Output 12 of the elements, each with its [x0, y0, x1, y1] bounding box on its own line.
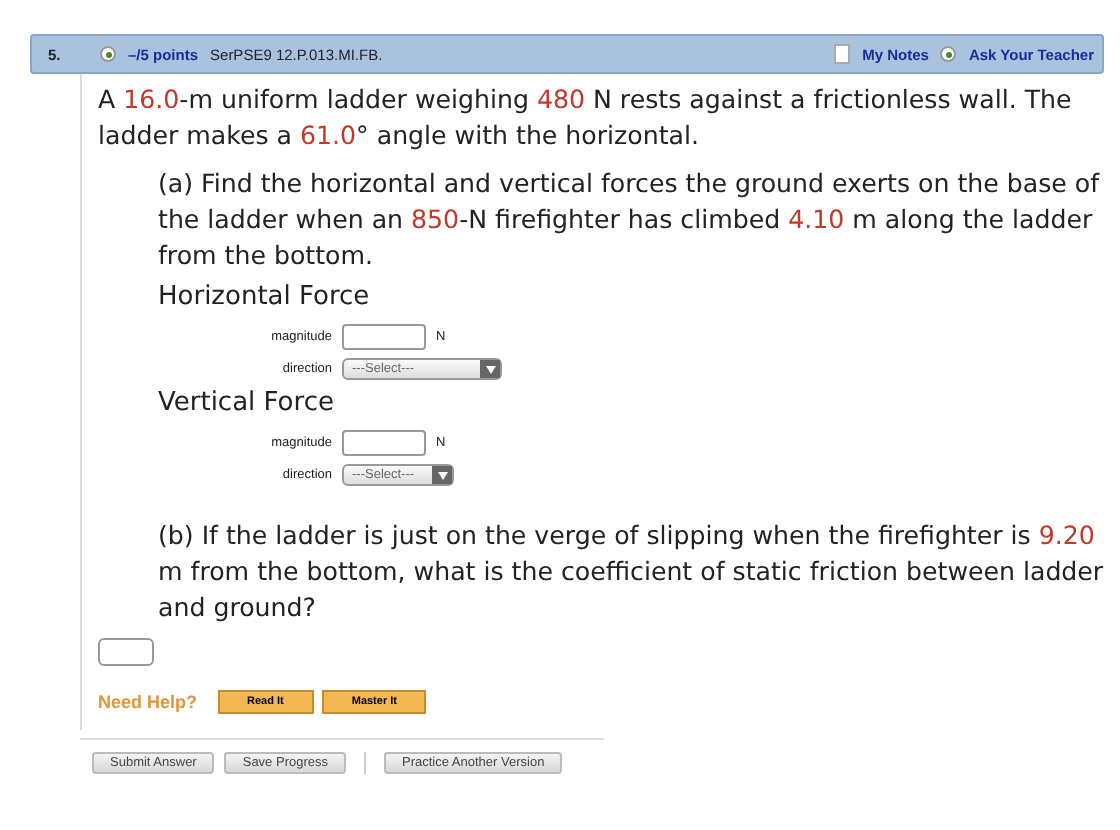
force-heading: Horizontal Force — [158, 282, 372, 312]
caret-icon — [485, 365, 495, 373]
magnitude-input[interactable] — [342, 430, 426, 456]
part-a-text: (a) Find the horizontal and vertical forces the ground exerts on the base of the ladder when an 850-N firefighter has climbed 4.10 m along the ladder from the bottom. — [158, 166, 1102, 274]
need-help-label: Need Help? — [98, 692, 198, 712]
magnitude-input[interactable] — [342, 324, 426, 350]
question-text: A 16.0-m uniform ladder weighing 480 N rests against a frictionless wall. The ladder makes a 61.0° angle with the horizontal. — [98, 82, 1074, 154]
part-b-text: (b) If the ladder is just on the verge of slipping when the firefighter is 9.20 m from the bottom, what is the coefficient of static friction between ladder and ground? — [158, 518, 1104, 626]
answer-input[interactable] — [98, 638, 154, 666]
caret-icon — [437, 471, 447, 479]
note-icon — [834, 44, 851, 64]
force-heading: Vertical Force — [158, 388, 336, 418]
